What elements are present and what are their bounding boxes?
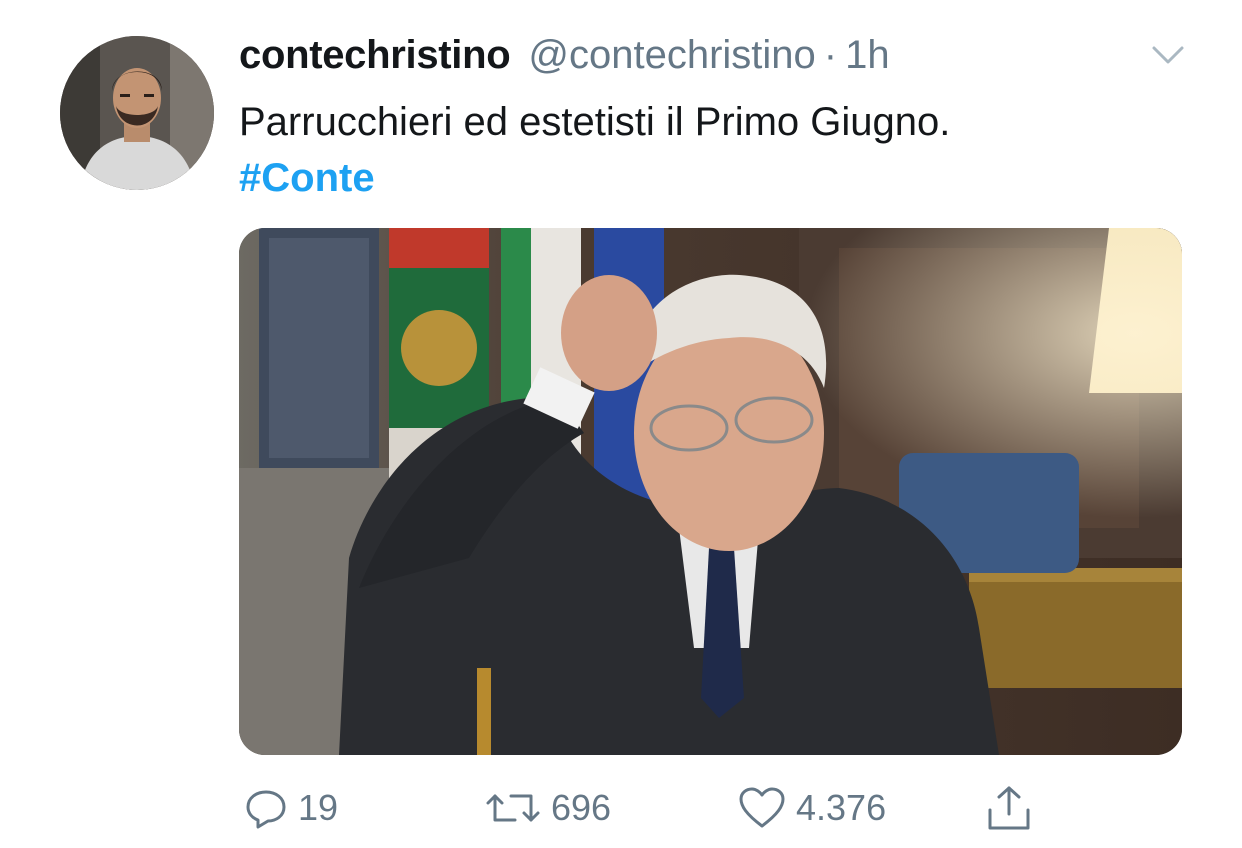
separator-dot: · (823, 33, 838, 77)
reply-count: 19 (298, 787, 339, 828)
share-button[interactable] (986, 780, 1032, 836)
reply-button[interactable]: 19 (244, 780, 338, 836)
hashtag-link[interactable]: #Conte (239, 150, 375, 206)
tweet-media[interactable] (239, 228, 1182, 755)
retweet-icon (486, 794, 540, 822)
like-button[interactable]: 4.376 (738, 780, 886, 836)
tweet-photo (239, 228, 1182, 755)
user-handle[interactable]: @contechristino (528, 33, 815, 78)
chevron-down-icon[interactable] (1148, 40, 1188, 70)
tweet-header: contechristino @contechristino · 1h (239, 33, 890, 81)
tweet-text: Parrucchieri ed estetisti il Primo Giugn… (239, 100, 951, 144)
reply-icon (246, 790, 286, 829)
retweet-button[interactable]: 696 (485, 780, 611, 836)
retweet-count: 696 (551, 787, 612, 828)
like-count: 4.376 (796, 787, 887, 828)
avatar-photo (60, 36, 214, 190)
tweet-actions: 19 696 4.376 (0, 780, 1242, 836)
heart-icon (739, 787, 785, 828)
display-name[interactable]: contechristino (239, 33, 511, 78)
avatar[interactable] (60, 36, 214, 190)
share-icon (988, 786, 1030, 830)
tweet-time[interactable]: 1h (845, 33, 890, 78)
